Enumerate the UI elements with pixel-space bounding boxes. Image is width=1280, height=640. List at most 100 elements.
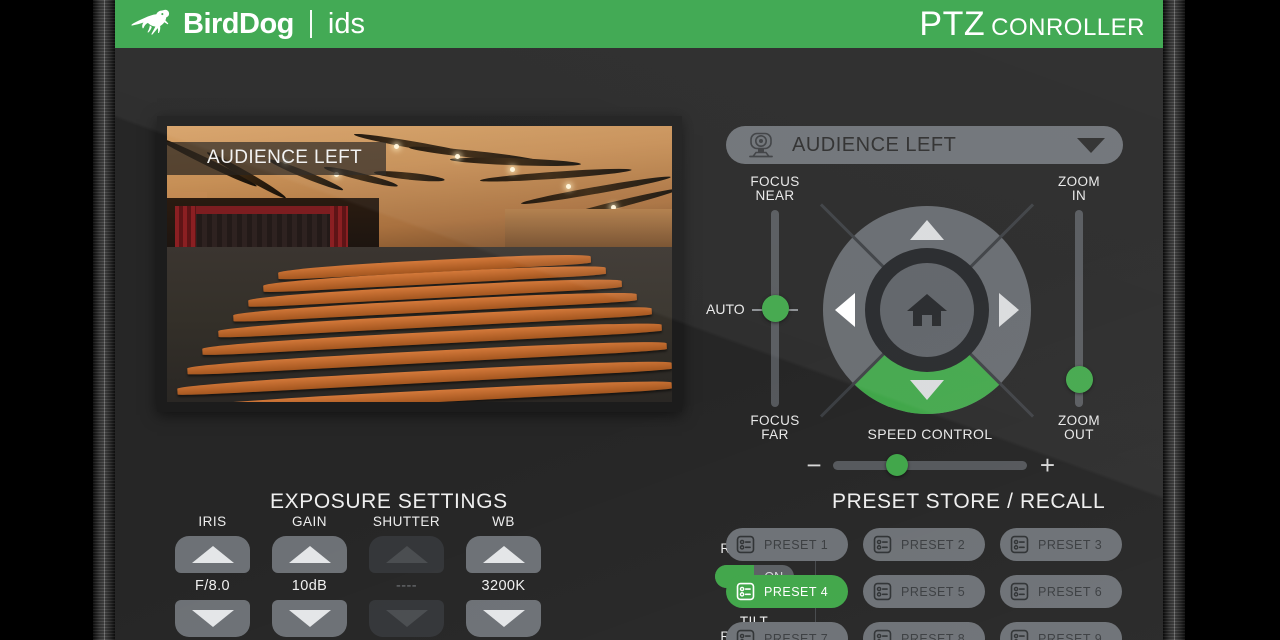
ptz-camera-icon [749, 132, 773, 158]
tablet-bezel-right [1163, 0, 1185, 640]
home-button[interactable] [880, 263, 974, 357]
exposure-label-shutter: SHUTTER [372, 514, 441, 529]
gain-decrease-button[interactable] [272, 600, 347, 637]
speed-track-bar [833, 461, 1027, 470]
chevron-down-icon [482, 610, 525, 627]
gain-increase-button[interactable] [272, 536, 347, 573]
focus-slider: FOCUS NEAR AUTO FOCUS FAR [706, 174, 823, 442]
preset-grid: PRESET 1 PRESET 2 PRESET 3 PRESET 4 PRESET 5… [726, 528, 1122, 640]
chevron-up-icon [191, 546, 234, 563]
wb-decrease-button[interactable] [466, 600, 541, 637]
exposure-column-iris: IRISF/8.0M [175, 514, 250, 640]
brand-subname: ids [327, 7, 365, 40]
shutter-value: ---- [396, 578, 417, 594]
exposure-column-gain: GAIN10dBM [272, 514, 347, 640]
gain-value: 10dB [291, 578, 328, 594]
focus-near-label: FOCUS NEAR [750, 174, 800, 203]
app-body: AUDIENCE LEFT AUDIENCE LEFT FOCUS NEAR A… [115, 48, 1163, 640]
speed-increase-button[interactable]: + [1037, 452, 1055, 478]
bird-logo-icon [131, 9, 170, 35]
preset-list-icon [736, 582, 755, 601]
chevron-up-icon [385, 546, 428, 563]
pan-tilt-dpad [819, 202, 1035, 418]
preset-label: PRESET 3 [1038, 537, 1103, 552]
preset-button-preset-8[interactable]: PRESET 8 [863, 622, 985, 640]
preset-list-icon [873, 582, 892, 601]
screen: BirdDog ids PTZ CONROLLER AUDIENCE LEFT … [0, 0, 1280, 640]
ptz-controller-app: BirdDog ids PTZ CONROLLER AUDIENCE LEFT … [115, 0, 1163, 640]
zoom-slider-track[interactable] [1065, 210, 1093, 407]
chevron-down-icon [385, 610, 428, 627]
brand-name: BirdDog [183, 7, 294, 40]
preset-button-preset-2[interactable]: PRESET 2 [863, 528, 985, 561]
home-icon [907, 294, 947, 326]
iris-increase-button[interactable] [175, 536, 250, 573]
chevron-up-icon [288, 546, 331, 563]
preset-list-icon [873, 629, 892, 640]
preset-list-icon [873, 535, 892, 554]
preset-button-preset-5[interactable]: PRESET 5 [863, 575, 985, 608]
preset-list-icon [736, 535, 755, 554]
page-title-main: PTZ [919, 4, 986, 43]
preset-list-icon [1010, 582, 1029, 601]
preset-section-title: PRESET STORE / RECALL [832, 490, 1106, 513]
zoom-in-label: ZOOM IN [1057, 174, 1101, 203]
preset-button-preset-4[interactable]: PRESET 4 [726, 575, 848, 608]
preset-label: PRESET 4 [764, 584, 829, 599]
tablet-bezel-left [93, 0, 115, 640]
speed-slider-knob[interactable] [886, 454, 909, 476]
preset-label: PRESET 8 [901, 631, 966, 640]
speed-slider-track[interactable] [833, 454, 1027, 476]
preset-list-icon [736, 629, 755, 640]
speed-control: SPEED CONTROL − + [805, 426, 1055, 478]
preset-label: PRESET 9 [1038, 631, 1103, 640]
shutter-increase-button [369, 536, 444, 573]
page-title: PTZ CONROLLER [919, 5, 1145, 44]
video-preview[interactable]: AUDIENCE LEFT [167, 126, 672, 402]
preset-button-preset-3[interactable]: PRESET 3 [1000, 528, 1122, 561]
zoom-slider-knob[interactable] [1065, 365, 1093, 393]
brand-divider [309, 10, 312, 38]
focus-auto-label: AUTO [706, 300, 745, 317]
chevron-up-icon [482, 546, 525, 563]
dpad-left-icon[interactable] [835, 293, 855, 327]
preset-list-icon [1010, 629, 1029, 640]
preset-button-preset-6[interactable]: PRESET 6 [1000, 575, 1122, 608]
dpad-down-icon[interactable] [910, 380, 944, 400]
chevron-down-icon [191, 610, 234, 627]
dpad-right-icon[interactable] [999, 293, 1019, 327]
dpad-up-icon[interactable] [910, 220, 944, 240]
exposure-label-wb: WB [492, 514, 515, 529]
shutter-decrease-button [369, 600, 444, 637]
video-overlay-label: AUDIENCE LEFT [167, 142, 387, 175]
preset-label: PRESET 6 [1038, 584, 1103, 599]
exposure-column-shutter: SHUTTER----A [369, 514, 444, 640]
app-header: BirdDog ids PTZ CONROLLER [115, 0, 1163, 48]
video-preview-card: AUDIENCE LEFT [157, 116, 682, 412]
exposure-settings-title: EXPOSURE SETTINGS [270, 490, 508, 513]
zoom-slider: ZOOM IN ZOOM OUT [1031, 175, 1127, 442]
chevron-down-icon [1077, 137, 1105, 153]
camera-select-value: AUDIENCE LEFT [792, 133, 957, 156]
speed-decrease-button[interactable]: − [805, 452, 823, 478]
focus-slider-knob[interactable] [761, 295, 789, 322]
preset-button-preset-7[interactable]: PRESET 7 [726, 622, 848, 640]
page-title-sub: CONROLLER [991, 13, 1145, 41]
exposure-label-gain: GAIN [291, 514, 327, 529]
preset-label: PRESET 1 [764, 537, 829, 552]
preset-button-preset-9[interactable]: PRESET 9 [1000, 622, 1122, 640]
exposure-column-wb: WB3200KM [466, 514, 541, 640]
preset-label: PRESET 2 [901, 537, 966, 552]
preset-label: PRESET 7 [764, 631, 829, 640]
iris-value: F/8.0 [194, 578, 231, 594]
focus-slider-track[interactable]: AUTO [706, 210, 798, 407]
preset-label: PRESET 5 [901, 584, 966, 599]
speed-control-label: SPEED CONTROL [867, 426, 993, 442]
iris-decrease-button[interactable] [175, 600, 250, 637]
wb-value: 3200K [481, 578, 526, 594]
preset-button-preset-1[interactable]: PRESET 1 [726, 528, 848, 561]
exposure-settings: IRISF/8.0MGAIN10dBMSHUTTER----AWB3200KM [175, 514, 541, 640]
wb-increase-button[interactable] [466, 536, 541, 573]
camera-select-dropdown[interactable]: AUDIENCE LEFT [726, 126, 1123, 164]
exposure-label-iris: IRIS [198, 514, 227, 529]
